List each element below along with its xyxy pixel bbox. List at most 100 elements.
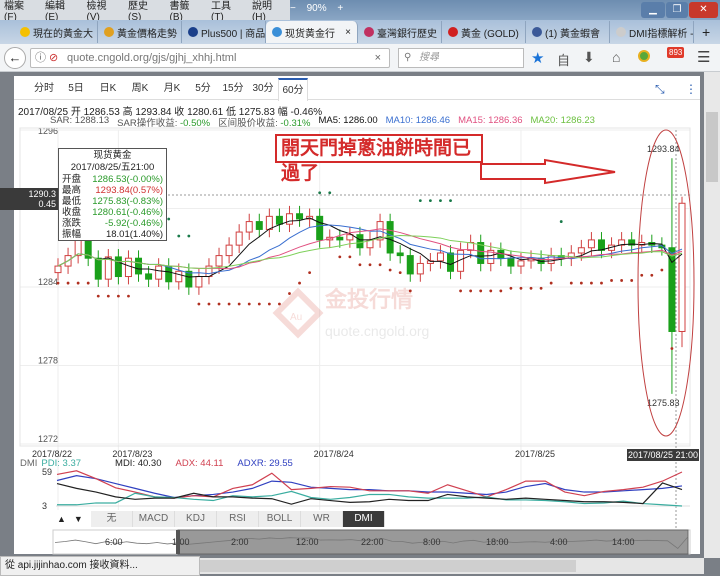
candle — [54, 265, 62, 274]
sar-dot — [650, 273, 654, 277]
sar-dot — [56, 281, 60, 285]
horizontal-scrollbar[interactable] — [200, 558, 704, 574]
crosshair-time-label: 2017/08/25 21:00 — [627, 449, 699, 461]
watermark-name: 金投行情 — [324, 287, 413, 312]
scroll-up-button[interactable]: ▲ — [57, 511, 66, 527]
sar-dot — [630, 279, 634, 282]
indicator-button[interactable]: 无 — [91, 511, 133, 527]
sar-dot — [86, 281, 90, 285]
tooltip-row: 收盘 1280.61(-0.46%) — [62, 207, 163, 218]
candle — [507, 257, 515, 267]
navigator-time-label: 14:00 — [612, 537, 635, 547]
indicator-button[interactable]: MACD — [133, 511, 175, 527]
tooltip-key: 开盘 — [62, 174, 82, 185]
crosshair-pct: 0.45 — [38, 199, 56, 209]
sar-dot — [167, 217, 171, 221]
tooltip-row: 振幅 18.01(1.40%) — [62, 229, 163, 240]
sar-dot — [96, 294, 100, 298]
candle — [235, 231, 243, 246]
sar-dot — [489, 289, 493, 293]
candle — [587, 239, 595, 249]
indicator-button[interactable]: RSI — [217, 511, 259, 527]
tooltip-key: 涨跌 — [62, 218, 82, 229]
y-tick-label: 1278 — [38, 356, 58, 366]
mdi-value: MDI: 40.30 — [115, 458, 162, 469]
tooltip-key: 最高 — [62, 185, 82, 196]
sar-dot — [348, 255, 352, 259]
sar-dot — [549, 281, 553, 285]
sar-dot — [177, 234, 181, 238]
candle — [296, 213, 304, 220]
tooltip-value: 1280.61(-0.46%) — [92, 207, 163, 218]
sar-dot — [539, 286, 543, 290]
sar-dot — [469, 289, 473, 293]
watermark: Au 金投行情 quote.cngold.org — [272, 287, 429, 339]
candle — [94, 257, 102, 280]
y-tick-label: 1284 — [38, 277, 58, 287]
sar-dot — [479, 289, 483, 293]
candle — [114, 256, 122, 278]
sar-dot — [278, 302, 281, 306]
tooltip-row: 最低 1275.83(-0.83%) — [62, 196, 163, 207]
crosshair-price: 1290.3 — [28, 189, 56, 199]
sar-dot — [449, 199, 452, 203]
candle — [316, 215, 324, 241]
candle — [447, 252, 455, 272]
candle — [155, 265, 163, 280]
tooltip-value: -5.92(-0.46%) — [104, 218, 163, 229]
candle — [255, 221, 263, 230]
sar-dot — [257, 302, 261, 306]
date-label: 2017/8/24 — [314, 449, 354, 459]
candle — [74, 239, 82, 257]
sar-dot — [127, 294, 130, 298]
sar-dot — [610, 279, 613, 282]
sar-dot — [288, 292, 291, 295]
candle — [285, 213, 293, 225]
sar-dot — [308, 271, 312, 275]
tooltip-title: 现货黄金 — [93, 150, 132, 161]
candle — [436, 252, 444, 262]
annotation-arrow — [480, 158, 616, 185]
tooltip-key: 最低 — [62, 196, 82, 207]
navigator-time-label: 18:00 — [486, 537, 509, 547]
tooltip-value: 18.01(1.40%) — [105, 229, 163, 240]
sar-dot — [237, 302, 241, 306]
status-bar: 從 api.jijinhao.com 接收資料... — [0, 556, 200, 576]
dmi-label: DMI — [20, 458, 38, 469]
navigator-time-label: 22:00 — [361, 537, 384, 547]
y-tick-label: 1272 — [38, 434, 58, 444]
sar-dot — [187, 234, 191, 238]
sar-dot — [559, 220, 563, 223]
candle — [135, 257, 143, 275]
tooltip-value: 1286.53(-0.00%) — [92, 174, 163, 185]
price-chart[interactable]: 129612901284127812722017/8/222017/8/2320… — [0, 0, 720, 576]
candle — [416, 262, 424, 275]
sar-dot — [76, 281, 80, 285]
tooltip-time: 2017/08/25/五21:00 — [70, 162, 155, 173]
sar-dot — [106, 294, 110, 298]
indicator-button[interactable]: DMI — [343, 511, 385, 527]
sar-dot — [569, 281, 573, 285]
date-label: 2017/8/25 — [515, 449, 555, 459]
sar-dot — [640, 273, 644, 277]
indicator-button[interactable]: BOLL — [259, 511, 301, 527]
tooltip-row: 最高 1293.84(0.57%) — [62, 185, 163, 196]
crosshair-price-label: 1290.3 0.45 — [0, 188, 58, 210]
watermark-url: quote.cngold.org — [325, 323, 429, 339]
scroll-down-button[interactable]: ▼ — [74, 511, 83, 527]
navigator-time-label: 6:00 — [105, 537, 123, 547]
sar-dot — [267, 302, 271, 306]
sar-dot — [428, 199, 432, 203]
sar-dot — [298, 281, 301, 285]
sar-dot — [600, 281, 603, 285]
tooltip-row: 涨跌 -5.92(-0.46%) — [62, 218, 163, 229]
indicator-scroll: ▲ ▼ — [53, 511, 91, 527]
indicator-button[interactable]: WR — [301, 511, 343, 527]
adx-value: ADX: 44.11 — [175, 458, 224, 469]
sar-dot — [519, 286, 523, 290]
tooltip-value: 1275.83(-0.83%) — [92, 196, 163, 207]
navigator-time-label: 4:00 — [550, 537, 568, 547]
candle — [517, 260, 525, 267]
indicator-button[interactable]: KDJ — [175, 511, 217, 527]
sar-dot — [378, 263, 382, 267]
